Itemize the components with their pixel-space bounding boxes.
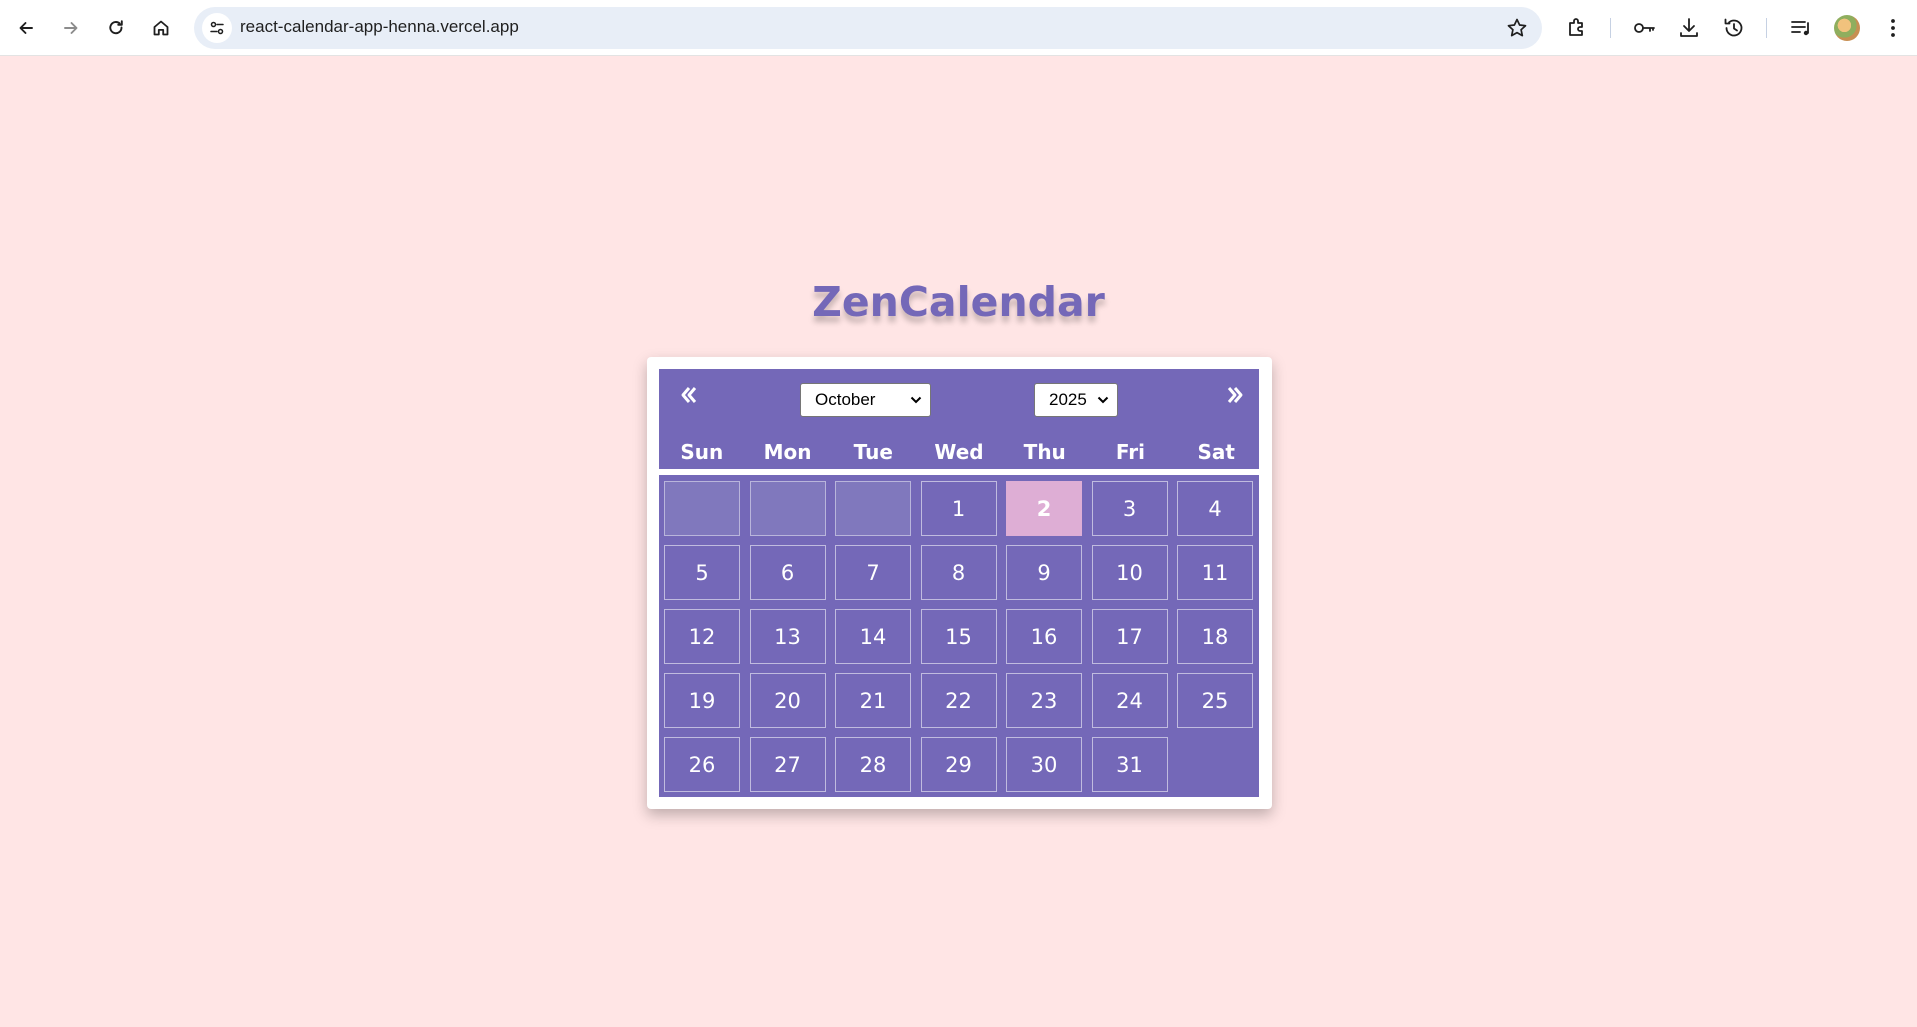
weekday-label: Thu (1023, 440, 1066, 464)
blank-day-cell (749, 481, 826, 536)
weekday-label: Sat (1197, 440, 1235, 464)
year-select[interactable]: 2025 (1034, 383, 1118, 417)
day-cell[interactable]: 7 (835, 545, 911, 600)
month-select[interactable]: October (800, 383, 931, 417)
day-cell[interactable]: 22 (920, 673, 997, 728)
day-cell[interactable]: 3 (1091, 481, 1168, 536)
weekday-label: Wed (934, 440, 984, 464)
media-control-icon[interactable] (1789, 16, 1813, 40)
profile-avatar[interactable] (1834, 15, 1860, 41)
back-button[interactable] (8, 10, 44, 46)
empty-day-cell (1177, 737, 1253, 792)
calendar-grid-panel: 1 2 3 4 5 6 7 8 9 10 11 12 13 14 15 16 17 18 19 20 21 22 23 24 2… (659, 475, 1259, 797)
chevron-down-icon (910, 396, 922, 404)
day-cell[interactable]: 1 (920, 481, 997, 536)
day-cell[interactable]: 13 (749, 609, 826, 664)
home-button[interactable] (143, 10, 179, 46)
day-cell[interactable]: 10 (1091, 545, 1168, 600)
day-cell[interactable]: 23 (1006, 673, 1082, 728)
calendar-header: October 2025 Sun Mon Tue Wed Thu Fri Sat (659, 369, 1259, 469)
weekday-header-row: Sun Mon Tue Wed Thu Fri Sat (659, 437, 1259, 467)
day-cell[interactable]: 27 (749, 737, 826, 792)
next-month-button[interactable] (1223, 384, 1247, 406)
history-icon[interactable] (1722, 16, 1746, 40)
day-cell[interactable]: 16 (1006, 609, 1082, 664)
blank-day-cell (664, 481, 740, 536)
day-cell[interactable]: 21 (835, 673, 911, 728)
day-cell[interactable]: 11 (1177, 545, 1253, 600)
year-select-value: 2025 (1049, 390, 1087, 409)
day-cell[interactable]: 17 (1091, 609, 1168, 664)
day-cell[interactable]: 28 (835, 737, 911, 792)
browser-toolbar: react-calendar-app-henna.vercel.app (0, 0, 1917, 56)
weekday-label: Tue (853, 440, 893, 464)
calendar-card: October 2025 Sun Mon Tue Wed Thu Fri Sat… (647, 357, 1272, 809)
day-cell[interactable]: 4 (1177, 481, 1253, 536)
day-cell[interactable]: 26 (664, 737, 740, 792)
day-cell[interactable]: 20 (749, 673, 826, 728)
forward-button[interactable] (53, 10, 89, 46)
weekday-label: Fri (1115, 440, 1145, 464)
back-icon (19, 22, 33, 34)
blank-day-cell (835, 481, 911, 536)
prev-month-button[interactable] (677, 384, 701, 406)
reload-button[interactable] (98, 10, 134, 46)
day-cell[interactable]: 5 (664, 545, 740, 600)
day-cell[interactable]: 12 (664, 609, 740, 664)
day-cell[interactable]: 29 (920, 737, 997, 792)
reload-icon (109, 20, 123, 35)
day-cell[interactable]: 30 (1006, 737, 1082, 792)
home-icon (153, 20, 169, 36)
calendar-day-grid: 1 2 3 4 5 6 7 8 9 10 11 12 13 14 15 16 17 18 19 20 21 22 23 24 2… (664, 481, 1253, 792)
forward-icon (64, 22, 78, 34)
day-cell[interactable]: 14 (835, 609, 911, 664)
day-cell[interactable]: 9 (1006, 545, 1082, 600)
weekday-label: Mon (763, 440, 812, 464)
site-info-button[interactable] (202, 13, 232, 43)
menu-icon[interactable] (1881, 16, 1905, 40)
chevron-down-icon (1097, 396, 1109, 404)
toolbar-separator (1610, 18, 1611, 38)
site-info-icon (210, 21, 224, 35)
download-icon[interactable] (1677, 16, 1701, 40)
bookmark-star-icon[interactable] (1506, 17, 1528, 39)
day-cell[interactable]: 31 (1091, 737, 1168, 792)
extensions-icon[interactable] (1565, 16, 1589, 40)
password-key-icon[interactable] (1632, 16, 1656, 40)
day-cell[interactable]: 24 (1091, 673, 1168, 728)
day-cell[interactable]: 8 (920, 545, 997, 600)
address-bar[interactable]: react-calendar-app-henna.vercel.app (194, 7, 1542, 49)
day-cell[interactable]: 6 (749, 545, 826, 600)
weekday-label: Sun (680, 440, 724, 464)
day-cell[interactable]: 18 (1177, 609, 1253, 664)
double-chevron-left-icon (681, 387, 697, 403)
day-cell[interactable]: 25 (1177, 673, 1253, 728)
url-text[interactable]: react-calendar-app-henna.vercel.app (240, 17, 519, 37)
app-title: ZenCalendar (812, 278, 1105, 326)
day-cell-today[interactable]: 2 (1006, 481, 1082, 536)
double-chevron-right-icon (1227, 387, 1243, 403)
toolbar-separator (1766, 18, 1767, 38)
month-select-value: October (815, 390, 876, 409)
day-cell[interactable]: 19 (664, 673, 740, 728)
day-cell[interactable]: 15 (920, 609, 997, 664)
